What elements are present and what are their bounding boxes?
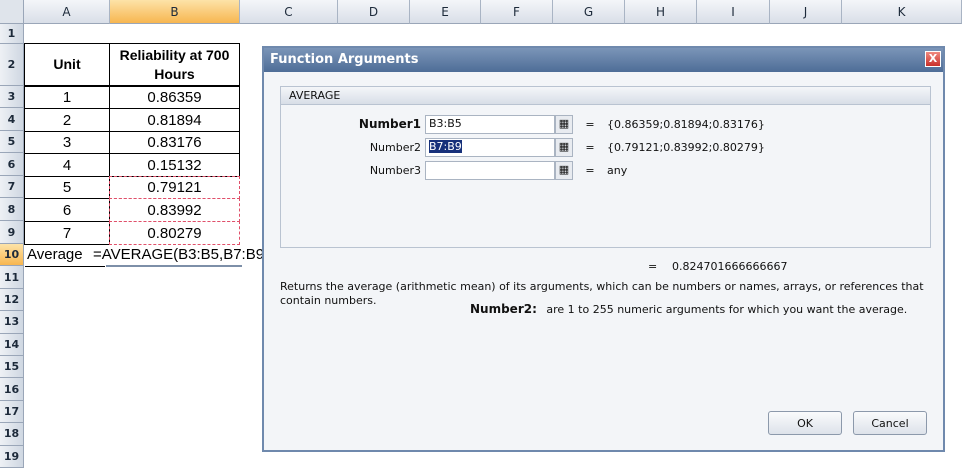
cell-B6[interactable]: 0.15132	[109, 153, 240, 177]
row-header-19[interactable]: 19	[0, 445, 24, 468]
equals-sign: =	[585, 117, 595, 131]
cell-A10[interactable]: Average	[27, 246, 83, 263]
row-header-8[interactable]: 8	[0, 198, 24, 221]
row-header-12[interactable]: 12	[0, 288, 24, 312]
column-header-G[interactable]: G	[553, 0, 625, 24]
argument-result: {0.79121;0.83992;0.80279}	[607, 140, 765, 154]
function-name: AVERAGE	[281, 87, 930, 105]
argument-help-name: Number2:	[470, 302, 537, 316]
column-header-C[interactable]: C	[240, 0, 338, 24]
column-header-K[interactable]: K	[842, 0, 962, 24]
column-header-F[interactable]: F	[481, 0, 553, 24]
cell-B4[interactable]: 0.81894	[109, 108, 240, 132]
equals-sign: =	[585, 163, 595, 177]
row-header-6[interactable]: 6	[0, 153, 24, 176]
column-header-J[interactable]: J	[770, 0, 842, 24]
row-header-11[interactable]: 11	[0, 266, 24, 289]
cell-A3[interactable]: 1	[24, 86, 110, 109]
cell-A8[interactable]: 6	[24, 198, 110, 222]
argument-result: {0.86359;0.81894;0.83176}	[607, 117, 765, 131]
argument-row-3: Number3 ▦ = any	[281, 160, 627, 180]
row-header-5[interactable]: 5	[0, 131, 24, 153]
close-icon[interactable]: X	[925, 51, 941, 67]
cell-B8[interactable]: 0.83992	[109, 198, 240, 222]
equals-sign: =	[585, 140, 595, 154]
select-all-corner[interactable]	[0, 0, 24, 24]
cell-B3[interactable]: 0.86359	[109, 86, 240, 109]
argument-input-3[interactable]	[425, 160, 555, 180]
cell-A7[interactable]: 5	[24, 176, 110, 199]
formula-result-eq: =	[648, 260, 658, 273]
argument-row-2: Number2 B7:B9 ▦ = {0.79121;0.83992;0.802…	[281, 137, 765, 157]
formula-result: 0.824701666666667	[672, 260, 788, 273]
column-header-E[interactable]: E	[410, 0, 481, 24]
argument-label: Number1	[358, 117, 421, 131]
argument-row-1: Number1 B3:B5 ▦ = {0.86359;0.81894;0.831…	[281, 114, 765, 134]
cell-B9[interactable]: 0.80279	[109, 221, 240, 245]
cell-B2[interactable]: Reliability at 700 Hours	[109, 43, 240, 86]
row-header-2[interactable]: 2	[0, 44, 24, 86]
row-header-14[interactable]: 14	[0, 333, 24, 356]
argument-result: any	[607, 163, 628, 177]
cancel-button[interactable]: Cancel	[853, 411, 927, 435]
dialog-title[interactable]: Function Arguments	[264, 48, 943, 72]
argument-label: Number3	[369, 163, 421, 177]
row-header-10[interactable]: 10	[0, 244, 24, 267]
column-header-B[interactable]: B	[110, 0, 240, 24]
row-header-1[interactable]: 1	[0, 24, 24, 44]
cell-A6[interactable]: 4	[24, 153, 110, 177]
cell-B10-formula[interactable]: =AVERAGE(B3:B5,B7:B9)	[93, 246, 269, 263]
argument-label: Number2	[369, 140, 421, 154]
cell-A9[interactable]: 7	[24, 221, 110, 245]
collapse-dialog-icon[interactable]: ▦	[555, 160, 573, 180]
row-header-7[interactable]: 7	[0, 176, 24, 198]
cell-B7[interactable]: 0.79121	[109, 176, 240, 199]
row-header-9[interactable]: 9	[0, 221, 24, 244]
row-header-17[interactable]: 17	[0, 400, 24, 424]
argument-help-text: are 1 to 255 numeric arguments for which…	[546, 303, 908, 316]
cell-A5[interactable]: 3	[24, 131, 110, 154]
collapse-dialog-icon[interactable]: ▦	[555, 137, 573, 157]
column-header-I[interactable]: I	[697, 0, 770, 24]
active-cell-border	[106, 265, 242, 267]
row-header-16[interactable]: 16	[0, 378, 24, 401]
ok-button[interactable]: OK	[768, 411, 842, 435]
column-header-D[interactable]: D	[338, 0, 410, 24]
column-header-A[interactable]: A	[24, 0, 110, 24]
row-header-13[interactable]: 13	[0, 311, 24, 334]
row-header-4[interactable]: 4	[0, 108, 24, 131]
argument-input-1[interactable]: B3:B5	[425, 114, 555, 134]
cell-A2[interactable]: Unit	[24, 43, 110, 86]
row-header-15[interactable]: 15	[0, 356, 24, 379]
function-arguments-dialog: Function Arguments X AVERAGE Number1 B3:…	[262, 46, 945, 452]
cell-A4[interactable]: 2	[24, 108, 110, 132]
cell-B5[interactable]: 0.83176	[109, 131, 240, 154]
row-header-3[interactable]: 3	[0, 86, 24, 108]
collapse-dialog-icon[interactable]: ▦	[555, 114, 573, 134]
argument-help: Number2: are 1 to 255 numeric arguments …	[470, 302, 907, 316]
column-header-H[interactable]: H	[625, 0, 697, 24]
argument-input-2[interactable]: B7:B9	[425, 137, 555, 157]
underline-A10	[25, 266, 105, 267]
row-header-18[interactable]: 18	[0, 423, 24, 446]
function-group: AVERAGE Number1 B3:B5 ▦ = {0.86359;0.818…	[280, 86, 931, 248]
